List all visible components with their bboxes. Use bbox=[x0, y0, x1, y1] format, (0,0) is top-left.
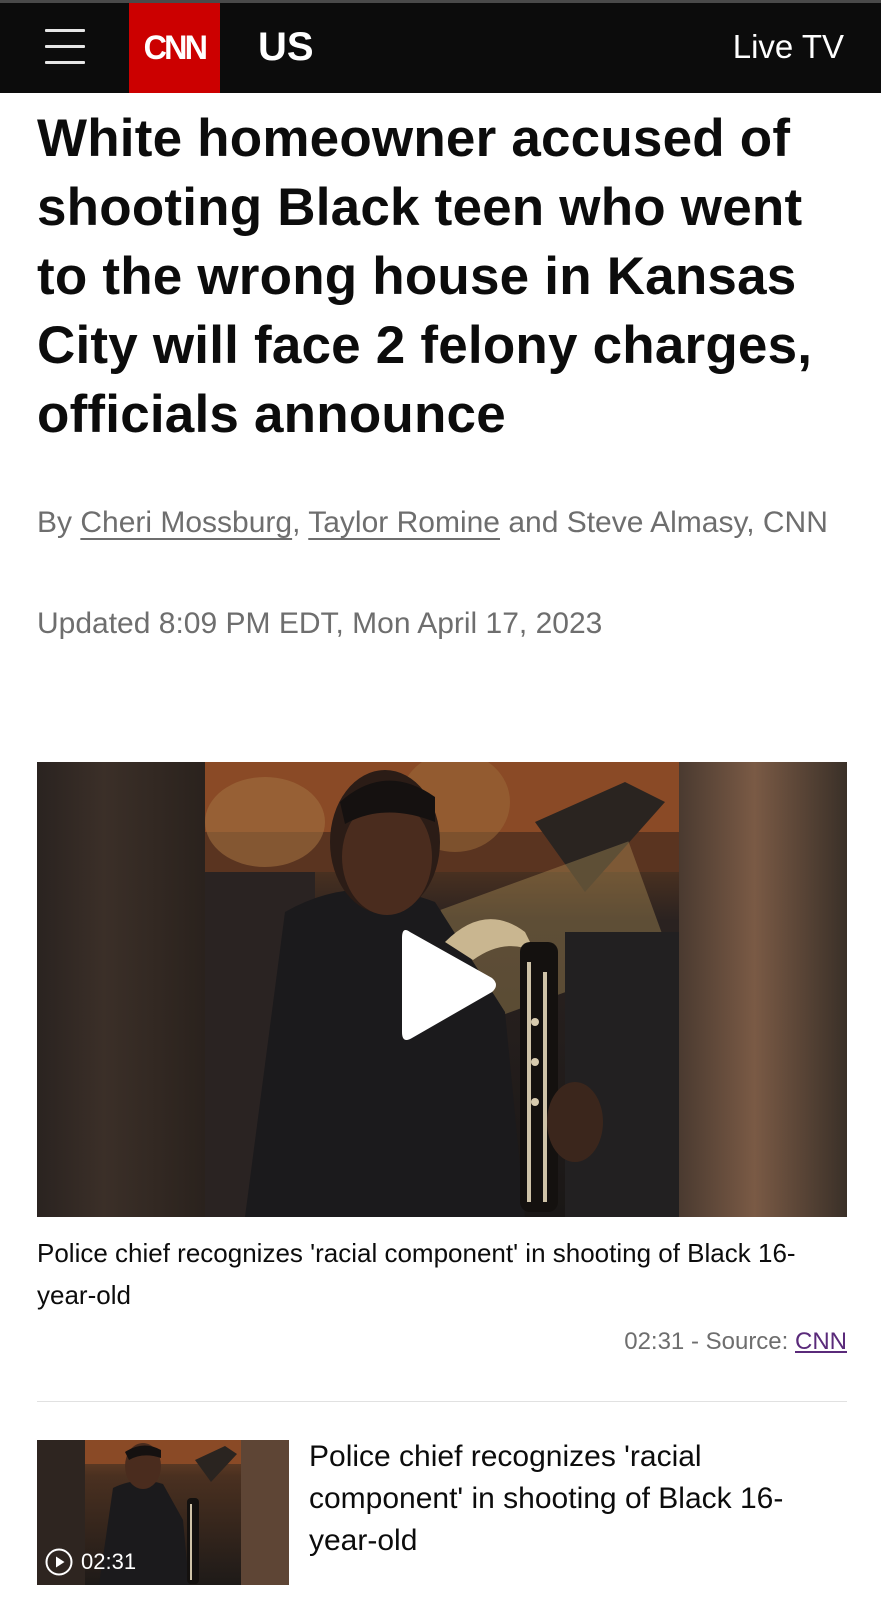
video-blur-right bbox=[679, 762, 847, 1217]
menu-line bbox=[45, 61, 85, 64]
menu-line bbox=[45, 45, 85, 48]
byline-remaining-authors: and Steve Almasy, CNN bbox=[499, 506, 828, 539]
source-prefix: - Source: bbox=[684, 1328, 795, 1355]
section-divider bbox=[37, 1401, 847, 1402]
top-navigation-bar: CNN US Live TV bbox=[0, 0, 881, 93]
play-circle-icon bbox=[45, 1548, 73, 1576]
article-byline: By Cheri Mossburg, Taylor Romine and Ste… bbox=[37, 500, 847, 546]
video-caption: Police chief recognizes 'racial componen… bbox=[37, 1238, 796, 1310]
related-duration: 02:31 bbox=[81, 1549, 137, 1574]
duration-badge: 02:31 bbox=[45, 1547, 136, 1577]
play-icon[interactable] bbox=[392, 920, 502, 1050]
video-player[interactable] bbox=[37, 762, 847, 1217]
menu-line bbox=[45, 29, 85, 32]
byline-prefix: By bbox=[37, 506, 81, 539]
video-blur-left bbox=[37, 762, 205, 1217]
source-link[interactable]: CNN bbox=[795, 1328, 847, 1355]
video-source-line: 02:31 - Source: CNN bbox=[624, 1324, 847, 1360]
article-timestamp: Updated 8:09 PM EDT, Mon April 17, 2023 bbox=[37, 607, 603, 640]
article-headline: White homeowner accused of shooting Blac… bbox=[37, 109, 813, 444]
related-video-thumbnail[interactable]: 02:31 bbox=[37, 1440, 289, 1585]
related-video-item[interactable]: 02:31 Police chief recognizes 'racial co… bbox=[37, 1440, 847, 1585]
live-tv-link[interactable]: Live TV bbox=[733, 25, 844, 69]
cnn-logo[interactable]: CNN bbox=[129, 3, 220, 93]
thumbnail-blur-right bbox=[241, 1440, 289, 1585]
hamburger-menu-icon[interactable] bbox=[45, 27, 85, 67]
related-video-title[interactable]: Police chief recognizes 'racial componen… bbox=[309, 1436, 847, 1562]
byline-separator: , bbox=[292, 506, 309, 539]
video-duration: 02:31 bbox=[624, 1328, 685, 1355]
cnn-logo-text: CNN bbox=[143, 28, 208, 67]
section-title[interactable]: US bbox=[258, 21, 314, 73]
author-link-taylor-romine[interactable]: Taylor Romine bbox=[308, 506, 500, 539]
author-link-cheri-mossburg[interactable]: Cheri Mossburg bbox=[80, 506, 292, 539]
